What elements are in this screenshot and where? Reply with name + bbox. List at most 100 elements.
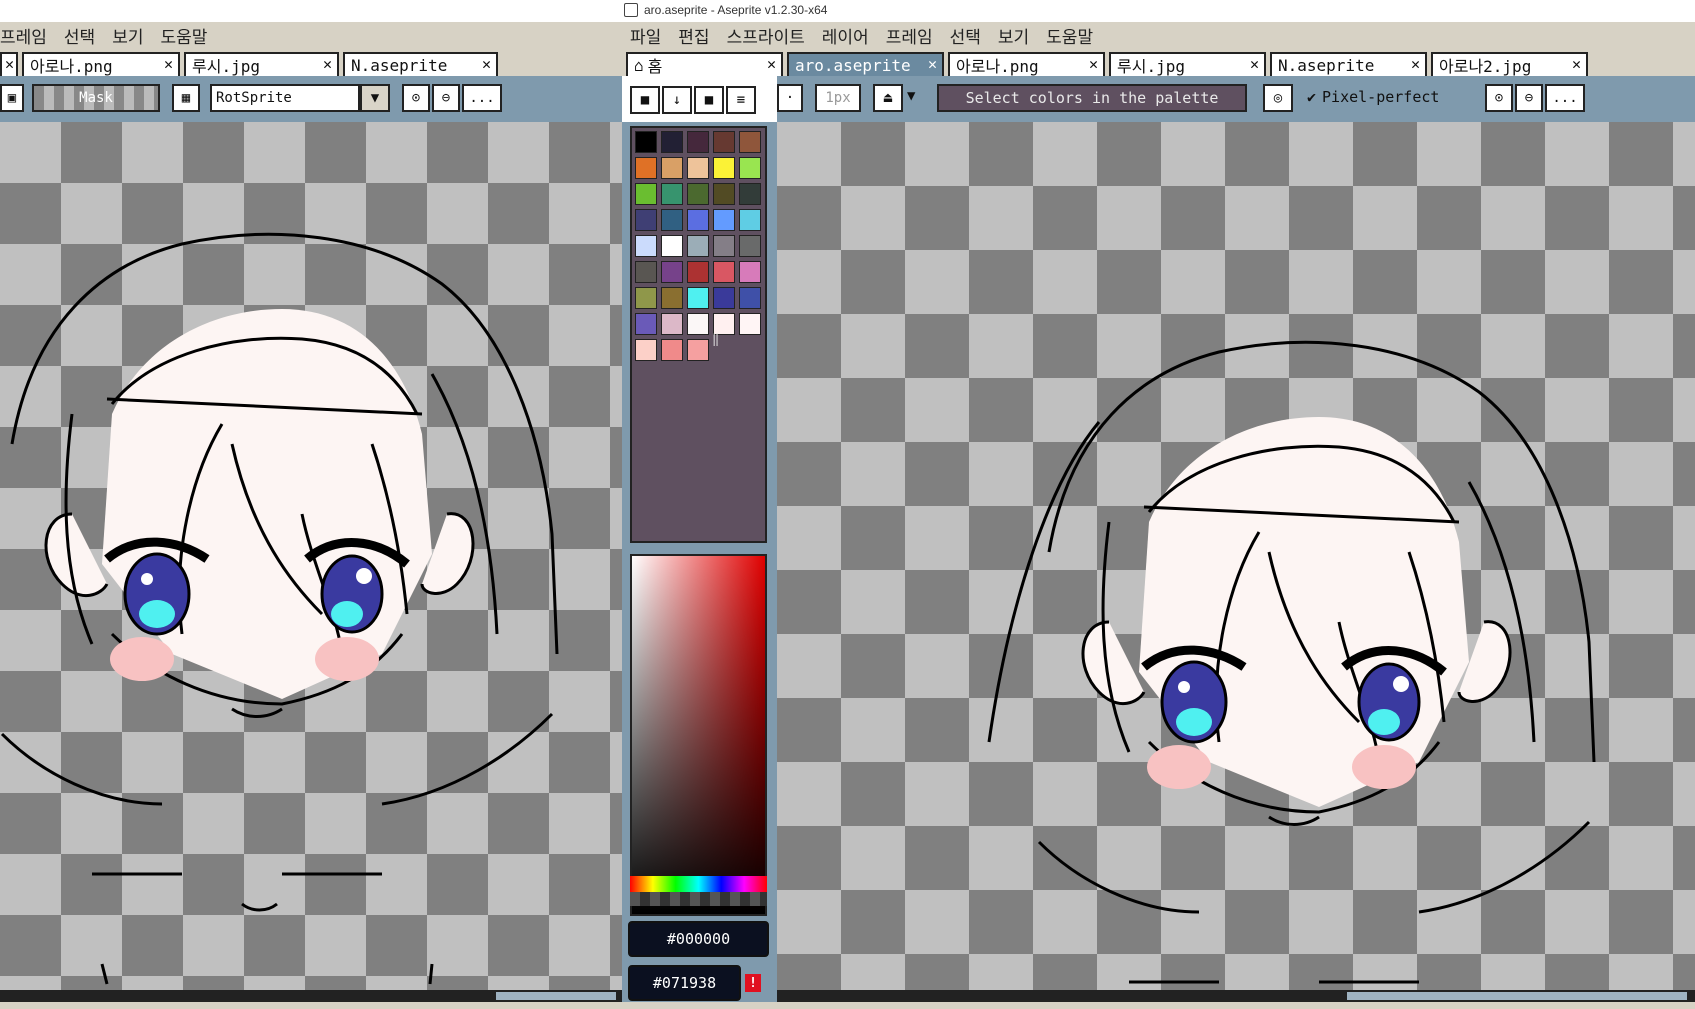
palette-swatch[interactable] xyxy=(739,261,761,283)
hue-slider[interactable] xyxy=(630,876,767,892)
brush-size-input[interactable]: 1px xyxy=(815,84,861,112)
tab-aro-aseprite[interactable]: aro.aseprite ✕ xyxy=(787,52,944,76)
palette-swatch[interactable] xyxy=(713,131,735,153)
left-tab-lucy-jpg[interactable]: 루시.jpg ✕ xyxy=(184,52,339,76)
ink-type-icon[interactable]: ⏏ xyxy=(873,84,903,112)
palette-swatch[interactable] xyxy=(635,131,657,153)
palette-swatch[interactable] xyxy=(687,209,709,231)
menu-file[interactable]: 파일 xyxy=(630,23,661,48)
tab-home[interactable]: ⌂ 홈 ✕ xyxy=(626,52,783,76)
transform-icon[interactable]: ⊖ xyxy=(432,84,460,112)
more-options-button[interactable]: ... xyxy=(1545,84,1585,112)
close-icon[interactable]: ✕ xyxy=(164,55,173,73)
more-options-button[interactable]: ... xyxy=(462,84,502,112)
close-icon[interactable]: ✕ xyxy=(1089,55,1098,73)
warning-icon[interactable]: ! xyxy=(745,974,761,992)
left-menu-select[interactable]: 선택 xyxy=(64,23,95,48)
drop-pixels-icon[interactable]: ⊙ xyxy=(1485,84,1513,112)
main-sprite-canvas[interactable] xyxy=(777,122,1695,990)
drop-pixels-icon[interactable]: ⊙ xyxy=(402,84,430,112)
palette-swatch[interactable] xyxy=(661,183,683,205)
transform-icon[interactable]: ⊖ xyxy=(1515,84,1543,112)
palette-swatch[interactable] xyxy=(661,131,683,153)
color-spectrum-picker[interactable] xyxy=(630,554,767,916)
close-icon[interactable]: ✕ xyxy=(928,55,937,73)
palette-swatch[interactable] xyxy=(713,235,735,257)
menu-view[interactable]: 보기 xyxy=(998,23,1029,48)
close-icon[interactable]: ✕ xyxy=(1572,55,1581,73)
palette-swatch[interactable] xyxy=(687,183,709,205)
palette-swatch[interactable] xyxy=(739,183,761,205)
palette-swatch[interactable] xyxy=(739,235,761,257)
color-palette[interactable]: ‖ xyxy=(630,126,767,543)
palette-swatch[interactable] xyxy=(739,209,761,231)
palette-swatch[interactable] xyxy=(661,287,683,309)
palette-swatch[interactable] xyxy=(635,339,657,361)
palette-swatch[interactable] xyxy=(635,261,657,283)
scrollbar-thumb[interactable] xyxy=(1347,992,1687,1000)
palette-swatch[interactable] xyxy=(661,235,683,257)
palette-swatch[interactable] xyxy=(713,157,735,179)
left-menu-help[interactable]: 도움말 xyxy=(160,23,207,48)
left-sprite-canvas[interactable] xyxy=(0,122,622,990)
palette-swatch[interactable] xyxy=(687,235,709,257)
palette-swatch[interactable] xyxy=(635,235,657,257)
mask-color-button[interactable]: Mask xyxy=(32,84,160,112)
menu-icon[interactable]: ≡ xyxy=(726,86,756,114)
palette-swatch[interactable] xyxy=(713,209,735,231)
palette-swatch[interactable] xyxy=(739,157,761,179)
target-icon[interactable]: ◎ xyxy=(1263,84,1293,112)
pivot-icon[interactable]: ▦ xyxy=(172,84,200,112)
resize-handle-icon[interactable]: ‖ xyxy=(712,332,719,346)
close-icon[interactable]: ✕ xyxy=(323,55,332,73)
palette-swatch[interactable] xyxy=(713,287,735,309)
rotation-algorithm-select[interactable]: RotSprite xyxy=(210,84,360,112)
palette-swatch[interactable] xyxy=(635,209,657,231)
close-icon[interactable]: ✕ xyxy=(1411,55,1420,73)
brush-type-icon[interactable]: · xyxy=(777,84,803,112)
palette-swatch[interactable] xyxy=(635,157,657,179)
foreground-color-box[interactable]: #000000 xyxy=(628,921,769,957)
background-color-box[interactable]: #071938 xyxy=(628,965,741,1001)
menu-select[interactable]: 선택 xyxy=(950,23,981,48)
menu-sprite[interactable]: 스프라이트 xyxy=(727,23,805,48)
palette-swatch[interactable] xyxy=(661,339,683,361)
palette-swatch[interactable] xyxy=(739,131,761,153)
tab-lucy-jpg[interactable]: 루시.jpg ✕ xyxy=(1109,52,1266,76)
left-horizontal-scrollbar[interactable] xyxy=(0,990,622,1002)
palette-swatch[interactable] xyxy=(687,261,709,283)
pixel-perfect-checkbox[interactable]: ✔ Pixel-perfect xyxy=(1307,88,1439,106)
tab-n-aseprite[interactable]: N.aseprite ✕ xyxy=(1270,52,1427,76)
menu-help[interactable]: 도움말 xyxy=(1046,23,1093,48)
close-icon[interactable]: ✕ xyxy=(5,55,14,73)
palette-swatch[interactable] xyxy=(661,209,683,231)
close-icon[interactable]: ✕ xyxy=(1250,55,1259,73)
close-icon[interactable]: ✕ xyxy=(767,55,776,73)
left-tab-n-aseprite[interactable]: N.aseprite ✕ xyxy=(343,52,498,76)
palette-swatch[interactable] xyxy=(713,183,735,205)
right-horizontal-scrollbar[interactable] xyxy=(777,990,1695,1002)
arrow-down-icon[interactable]: ↓ xyxy=(662,86,692,114)
left-menu-frame[interactable]: 프레임 xyxy=(0,23,47,48)
palette-swatch[interactable] xyxy=(635,183,657,205)
lock-icon[interactable]: ■ xyxy=(630,86,660,114)
palette-swatch[interactable] xyxy=(687,157,709,179)
palette-swatch[interactable] xyxy=(713,261,735,283)
scrollbar-thumb[interactable] xyxy=(496,992,616,1000)
palette-swatch[interactable] xyxy=(687,313,709,335)
palette-swatch[interactable] xyxy=(635,313,657,335)
close-icon[interactable]: ✕ xyxy=(482,55,491,73)
chevron-down-icon[interactable]: ▼ xyxy=(360,84,390,112)
left-menu-view[interactable]: 보기 xyxy=(112,23,143,48)
palette-swatch[interactable] xyxy=(661,261,683,283)
left-tab-arona-png[interactable]: 아로나.png ✕ xyxy=(22,52,180,76)
menu-edit[interactable]: 편집 xyxy=(678,23,709,48)
gray-slider[interactable] xyxy=(630,892,767,906)
palette-swatch[interactable] xyxy=(739,313,761,335)
left-tab-partial[interactable]: ✕ xyxy=(0,52,18,76)
palette-swatch[interactable] xyxy=(661,157,683,179)
menu-layer[interactable]: 레이어 xyxy=(822,23,869,48)
palette-swatch[interactable] xyxy=(635,287,657,309)
menu-frame[interactable]: 프레임 xyxy=(886,23,933,48)
palette-swatch[interactable] xyxy=(739,287,761,309)
